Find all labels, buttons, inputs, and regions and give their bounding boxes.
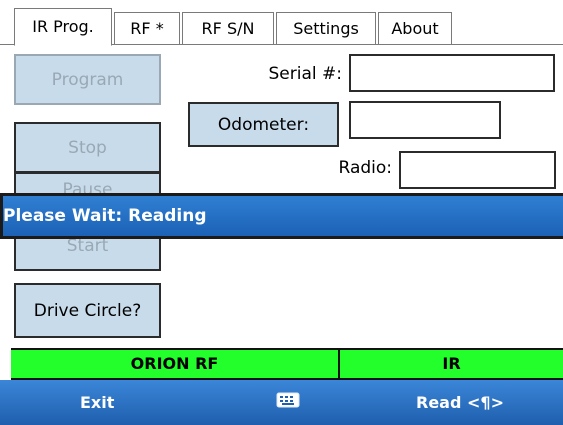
read-softkey[interactable]: Read <¶>	[416, 380, 504, 425]
tab-label: About	[391, 19, 439, 38]
keyboard-icon[interactable]	[276, 391, 300, 413]
tab-rf[interactable]: RF *	[114, 12, 180, 45]
progress-banner: Please Wait: Reading	[0, 193, 563, 239]
tab-label: RF *	[130, 19, 164, 38]
tab-label: Settings	[293, 19, 359, 38]
odometer-button[interactable]: Odometer:	[188, 102, 339, 147]
exit-softkey[interactable]: Exit	[80, 380, 114, 425]
stop-button-label: Stop	[68, 137, 107, 158]
tab-label: IR Prog.	[32, 17, 94, 36]
tab-settings[interactable]: Settings	[276, 12, 376, 45]
progress-text: Please Wait: Reading	[3, 206, 207, 226]
radio-label: Radio:	[338, 158, 393, 178]
softkey-bar: Exit Read <¶>	[0, 380, 563, 425]
stop-button[interactable]: Stop	[14, 122, 161, 173]
tab-rf-sn[interactable]: RF S/N	[182, 12, 274, 45]
exit-softkey-label: Exit	[80, 393, 115, 412]
drive-circle-button-label: Drive Circle?	[33, 300, 142, 321]
tab-label: RF S/N	[201, 19, 255, 38]
read-softkey-label: Read <¶>	[416, 393, 504, 412]
program-button-label: Program	[51, 69, 124, 90]
drive-circle-button[interactable]: Drive Circle?	[14, 283, 161, 338]
serial-label: Serial #:	[268, 64, 342, 84]
status-right-text: IR	[442, 354, 461, 373]
program-button[interactable]: Program	[14, 54, 161, 105]
odometer-button-label: Odometer:	[217, 114, 310, 135]
tab-ir-prog[interactable]: IR Prog.	[14, 8, 112, 46]
odometer-field[interactable]	[349, 101, 501, 139]
status-left-text: ORION RF	[130, 354, 219, 373]
status-left: ORION RF	[11, 348, 338, 380]
tab-about[interactable]: About	[378, 12, 452, 45]
status-right: IR	[340, 348, 563, 380]
radio-field[interactable]	[399, 151, 556, 189]
keyboard-icon-graphic	[276, 392, 300, 408]
serial-field[interactable]	[349, 54, 555, 92]
